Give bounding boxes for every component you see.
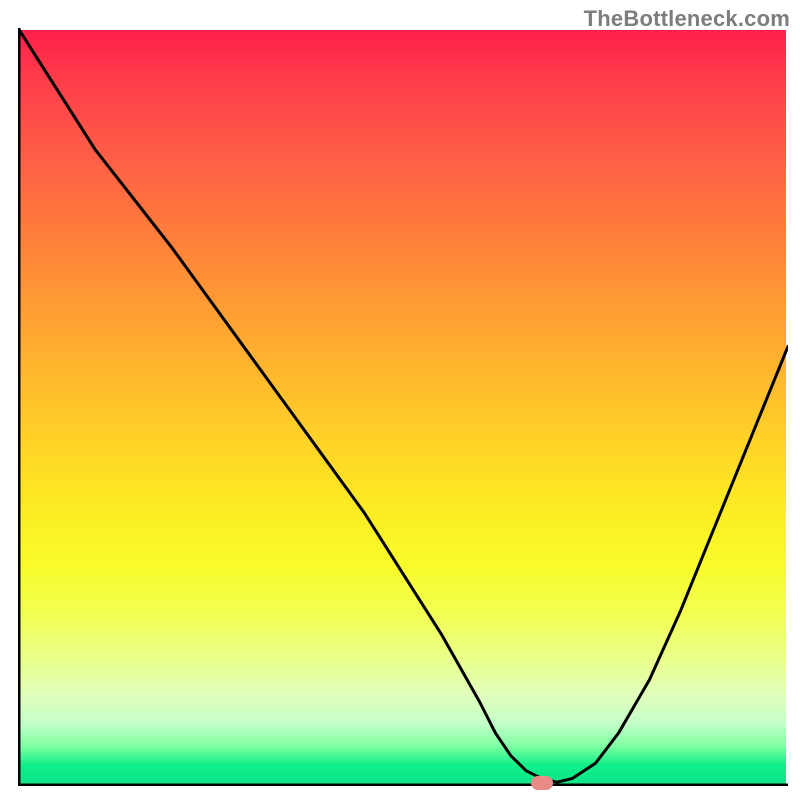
bottleneck-curve-path (18, 28, 788, 782)
chart-container: TheBottleneck.com (0, 0, 800, 800)
minimum-marker (531, 776, 553, 790)
watermark-text: TheBottleneck.com (584, 6, 790, 32)
plot-area (18, 28, 788, 786)
curve-svg (18, 28, 788, 786)
